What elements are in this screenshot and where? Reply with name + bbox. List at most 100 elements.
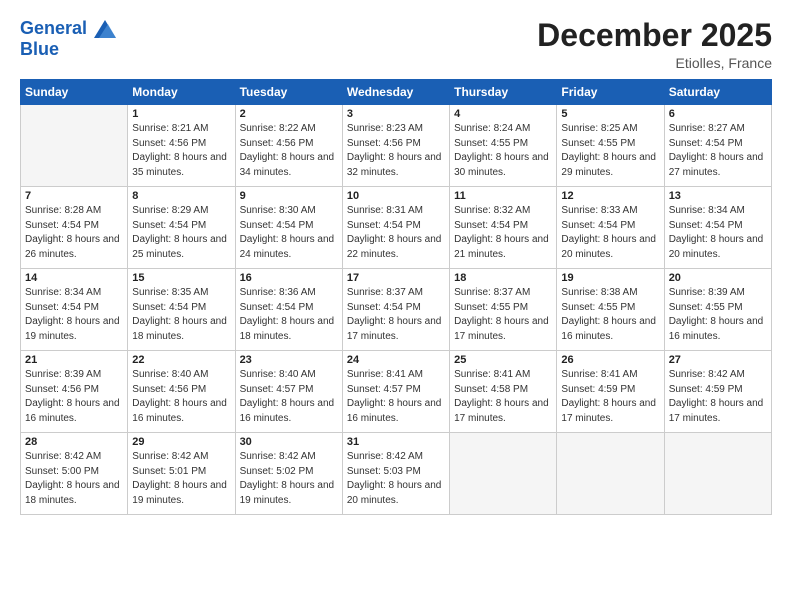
calendar-cell: 16 Sunrise: 8:36 AMSunset: 4:54 PMDaylig… — [235, 269, 342, 351]
day-number: 30 — [240, 436, 338, 448]
calendar-cell: 26 Sunrise: 8:41 AMSunset: 4:59 PMDaylig… — [557, 351, 664, 433]
day-info: Sunrise: 8:40 AMSunset: 4:56 PMDaylight:… — [132, 368, 230, 426]
header-saturday: Saturday — [664, 80, 771, 105]
day-info: Sunrise: 8:37 AMSunset: 4:55 PMDaylight:… — [454, 286, 552, 344]
logo-text: General — [20, 18, 116, 39]
day-info: Sunrise: 8:39 AMSunset: 4:56 PMDaylight:… — [25, 368, 123, 426]
week-row-4: 28 Sunrise: 8:42 AMSunset: 5:00 PMDaylig… — [21, 433, 772, 515]
month-title: December 2025 — [537, 18, 772, 53]
calendar-cell — [557, 433, 664, 515]
day-number: 24 — [347, 354, 445, 366]
day-number: 11 — [454, 190, 552, 202]
day-number: 29 — [132, 436, 230, 448]
calendar-cell: 23 Sunrise: 8:40 AMSunset: 4:57 PMDaylig… — [235, 351, 342, 433]
header-row: SundayMondayTuesdayWednesdayThursdayFrid… — [21, 80, 772, 105]
day-info: Sunrise: 8:23 AMSunset: 4:56 PMDaylight:… — [347, 122, 445, 180]
day-info: Sunrise: 8:21 AMSunset: 4:56 PMDaylight:… — [132, 122, 230, 180]
day-number: 17 — [347, 272, 445, 284]
day-number: 26 — [561, 354, 659, 366]
calendar-cell: 11 Sunrise: 8:32 AMSunset: 4:54 PMDaylig… — [450, 187, 557, 269]
week-row-0: 1 Sunrise: 8:21 AMSunset: 4:56 PMDayligh… — [21, 105, 772, 187]
day-info: Sunrise: 8:22 AMSunset: 4:56 PMDaylight:… — [240, 122, 338, 180]
calendar-cell: 9 Sunrise: 8:30 AMSunset: 4:54 PMDayligh… — [235, 187, 342, 269]
week-row-3: 21 Sunrise: 8:39 AMSunset: 4:56 PMDaylig… — [21, 351, 772, 433]
day-number: 14 — [25, 272, 123, 284]
day-number: 1 — [132, 108, 230, 120]
calendar-cell: 31 Sunrise: 8:42 AMSunset: 5:03 PMDaylig… — [342, 433, 449, 515]
logo-line2: Blue — [20, 39, 116, 60]
day-info: Sunrise: 8:35 AMSunset: 4:54 PMDaylight:… — [132, 286, 230, 344]
day-info: Sunrise: 8:42 AMSunset: 5:02 PMDaylight:… — [240, 450, 338, 508]
calendar-cell: 2 Sunrise: 8:22 AMSunset: 4:56 PMDayligh… — [235, 105, 342, 187]
calendar-cell: 28 Sunrise: 8:42 AMSunset: 5:00 PMDaylig… — [21, 433, 128, 515]
calendar-cell: 21 Sunrise: 8:39 AMSunset: 4:56 PMDaylig… — [21, 351, 128, 433]
calendar-page: General Blue December 2025 Etiolles, Fra… — [0, 0, 792, 612]
logo-line1: General — [20, 18, 87, 38]
day-info: Sunrise: 8:30 AMSunset: 4:54 PMDaylight:… — [240, 204, 338, 262]
day-number: 8 — [132, 190, 230, 202]
day-number: 10 — [347, 190, 445, 202]
day-number: 9 — [240, 190, 338, 202]
day-info: Sunrise: 8:38 AMSunset: 4:55 PMDaylight:… — [561, 286, 659, 344]
day-info: Sunrise: 8:41 AMSunset: 4:58 PMDaylight:… — [454, 368, 552, 426]
header-wednesday: Wednesday — [342, 80, 449, 105]
calendar-cell: 27 Sunrise: 8:42 AMSunset: 4:59 PMDaylig… — [664, 351, 771, 433]
calendar-cell: 20 Sunrise: 8:39 AMSunset: 4:55 PMDaylig… — [664, 269, 771, 351]
day-info: Sunrise: 8:25 AMSunset: 4:55 PMDaylight:… — [561, 122, 659, 180]
day-number: 27 — [669, 354, 767, 366]
day-info: Sunrise: 8:28 AMSunset: 4:54 PMDaylight:… — [25, 204, 123, 262]
day-info: Sunrise: 8:34 AMSunset: 4:54 PMDaylight:… — [669, 204, 767, 262]
day-info: Sunrise: 8:34 AMSunset: 4:54 PMDaylight:… — [25, 286, 123, 344]
day-number: 5 — [561, 108, 659, 120]
day-number: 25 — [454, 354, 552, 366]
day-info: Sunrise: 8:32 AMSunset: 4:54 PMDaylight:… — [454, 204, 552, 262]
day-number: 23 — [240, 354, 338, 366]
calendar-cell: 12 Sunrise: 8:33 AMSunset: 4:54 PMDaylig… — [557, 187, 664, 269]
calendar-cell — [450, 433, 557, 515]
day-number: 18 — [454, 272, 552, 284]
header-thursday: Thursday — [450, 80, 557, 105]
day-number: 16 — [240, 272, 338, 284]
location: Etiolles, France — [537, 55, 772, 71]
calendar-cell: 10 Sunrise: 8:31 AMSunset: 4:54 PMDaylig… — [342, 187, 449, 269]
calendar-cell: 6 Sunrise: 8:27 AMSunset: 4:54 PMDayligh… — [664, 105, 771, 187]
calendar-cell: 29 Sunrise: 8:42 AMSunset: 5:01 PMDaylig… — [128, 433, 235, 515]
day-number: 21 — [25, 354, 123, 366]
calendar-cell: 8 Sunrise: 8:29 AMSunset: 4:54 PMDayligh… — [128, 187, 235, 269]
header-sunday: Sunday — [21, 80, 128, 105]
header-tuesday: Tuesday — [235, 80, 342, 105]
day-number: 12 — [561, 190, 659, 202]
calendar-table: SundayMondayTuesdayWednesdayThursdayFrid… — [20, 79, 772, 515]
calendar-cell: 7 Sunrise: 8:28 AMSunset: 4:54 PMDayligh… — [21, 187, 128, 269]
day-info: Sunrise: 8:42 AMSunset: 5:03 PMDaylight:… — [347, 450, 445, 508]
day-info: Sunrise: 8:24 AMSunset: 4:55 PMDaylight:… — [454, 122, 552, 180]
day-number: 6 — [669, 108, 767, 120]
header-friday: Friday — [557, 80, 664, 105]
week-row-2: 14 Sunrise: 8:34 AMSunset: 4:54 PMDaylig… — [21, 269, 772, 351]
day-info: Sunrise: 8:39 AMSunset: 4:55 PMDaylight:… — [669, 286, 767, 344]
calendar-cell: 25 Sunrise: 8:41 AMSunset: 4:58 PMDaylig… — [450, 351, 557, 433]
header-monday: Monday — [128, 80, 235, 105]
calendar-cell: 5 Sunrise: 8:25 AMSunset: 4:55 PMDayligh… — [557, 105, 664, 187]
day-number: 28 — [25, 436, 123, 448]
calendar-cell: 17 Sunrise: 8:37 AMSunset: 4:54 PMDaylig… — [342, 269, 449, 351]
calendar-cell: 30 Sunrise: 8:42 AMSunset: 5:02 PMDaylig… — [235, 433, 342, 515]
calendar-cell — [664, 433, 771, 515]
logo: General Blue — [20, 18, 116, 59]
day-number: 7 — [25, 190, 123, 202]
calendar-cell: 19 Sunrise: 8:38 AMSunset: 4:55 PMDaylig… — [557, 269, 664, 351]
calendar-cell: 22 Sunrise: 8:40 AMSunset: 4:56 PMDaylig… — [128, 351, 235, 433]
day-info: Sunrise: 8:31 AMSunset: 4:54 PMDaylight:… — [347, 204, 445, 262]
logo-icon — [94, 20, 116, 38]
day-info: Sunrise: 8:41 AMSunset: 4:57 PMDaylight:… — [347, 368, 445, 426]
day-number: 13 — [669, 190, 767, 202]
header: General Blue December 2025 Etiolles, Fra… — [20, 18, 772, 71]
day-number: 31 — [347, 436, 445, 448]
day-info: Sunrise: 8:37 AMSunset: 4:54 PMDaylight:… — [347, 286, 445, 344]
calendar-cell: 15 Sunrise: 8:35 AMSunset: 4:54 PMDaylig… — [128, 269, 235, 351]
day-number: 2 — [240, 108, 338, 120]
day-info: Sunrise: 8:41 AMSunset: 4:59 PMDaylight:… — [561, 368, 659, 426]
day-info: Sunrise: 8:33 AMSunset: 4:54 PMDaylight:… — [561, 204, 659, 262]
day-number: 22 — [132, 354, 230, 366]
calendar-cell: 3 Sunrise: 8:23 AMSunset: 4:56 PMDayligh… — [342, 105, 449, 187]
